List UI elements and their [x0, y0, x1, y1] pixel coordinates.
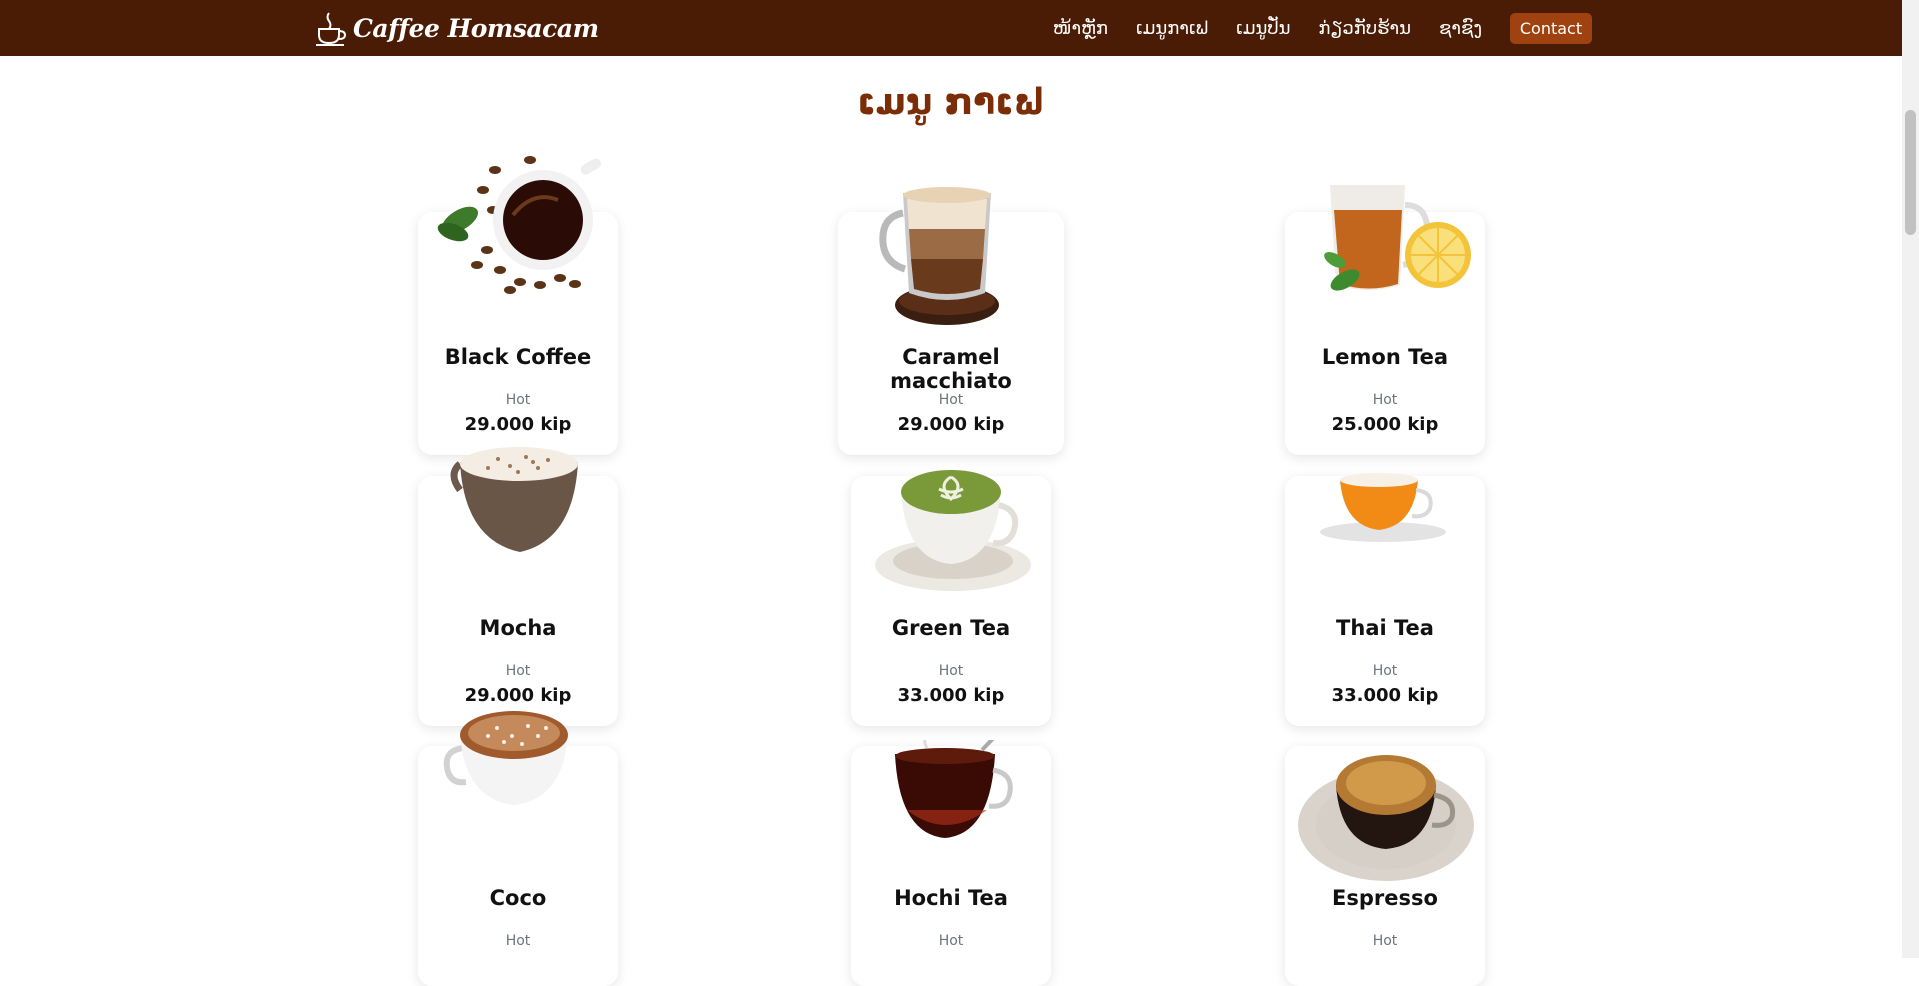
green-tea-photo	[875, 470, 1031, 591]
nav-links: ໜ້າຫຼັກ ເມນູກາເຟ ເມນູປັ່ນ ກ່ຽວກັບຮ້ານ ຊາ…	[1025, 0, 1482, 56]
item-type: Hot	[505, 663, 531, 679]
lemon-tea-photo	[1324, 185, 1471, 291]
item-type: Hot	[938, 392, 964, 408]
hochi-tea-photo	[895, 740, 1013, 838]
black-coffee-photo	[437, 156, 602, 294]
item-type: Hot	[505, 933, 531, 949]
item-type: Hot	[505, 392, 531, 408]
mocha-photo	[450, 447, 578, 552]
nav-link-tea[interactable]: ຊາຊົງ	[1439, 18, 1482, 39]
item-type: Hot	[938, 663, 964, 679]
item-name: Mocha	[479, 616, 557, 640]
item-price: 25.000 kip	[1331, 414, 1439, 435]
item-price: 29.000 kip	[464, 414, 572, 435]
nav-link-blended-menu[interactable]: ເມນູປັ່ນ	[1236, 18, 1290, 39]
nav-link-coffee-menu[interactable]: ເມນູກາເຟ	[1136, 18, 1208, 39]
item-type: Hot	[1372, 663, 1398, 679]
item-price: 29.000 kip	[897, 414, 1005, 435]
top-navbar: Caffee Homsacam ໜ້າຫຼັກ ເມນູກາເຟ ເມນູປັ່…	[0, 0, 1902, 56]
caramel-macchiato-photo	[879, 187, 999, 325]
page-scrollbar[interactable]	[1902, 0, 1919, 958]
item-type: Hot	[1372, 933, 1398, 949]
coffee-cup-icon	[316, 12, 347, 46]
brand-name: Caffee Homsacam	[353, 13, 599, 43]
item-name: Thai Tea	[1336, 616, 1434, 640]
thai-tea-photo	[1320, 473, 1446, 542]
item-name: Black Coffee	[444, 345, 592, 369]
item-type: Hot	[1372, 392, 1398, 408]
item-name: Hochi Tea	[894, 886, 1008, 910]
item-name: Coco	[489, 886, 547, 910]
item-price: 33.000 kip	[1331, 685, 1439, 706]
item-type: Hot	[938, 933, 964, 949]
item-name: Green Tea	[891, 616, 1011, 640]
page-title: ເມນູ ກາເຟ	[857, 82, 1045, 123]
espresso-photo	[1298, 755, 1474, 881]
nav-link-home[interactable]: ໜ້າຫຼັກ	[1053, 18, 1108, 39]
brand-logo-link[interactable]: Caffee Homsacam	[315, 8, 599, 48]
nav-link-about[interactable]: ກ່ຽວກັບຮ້ານ	[1318, 18, 1411, 39]
scrollbar-thumb[interactable]	[1905, 110, 1916, 235]
item-name: Caramel macchiato	[890, 345, 1012, 393]
contact-button[interactable]: Contact	[1510, 13, 1592, 44]
item-name: Lemon Tea	[1321, 345, 1449, 369]
item-price: 33.000 kip	[897, 685, 1005, 706]
item-price: 29.000 kip	[464, 685, 572, 706]
coco-photo	[443, 711, 568, 805]
